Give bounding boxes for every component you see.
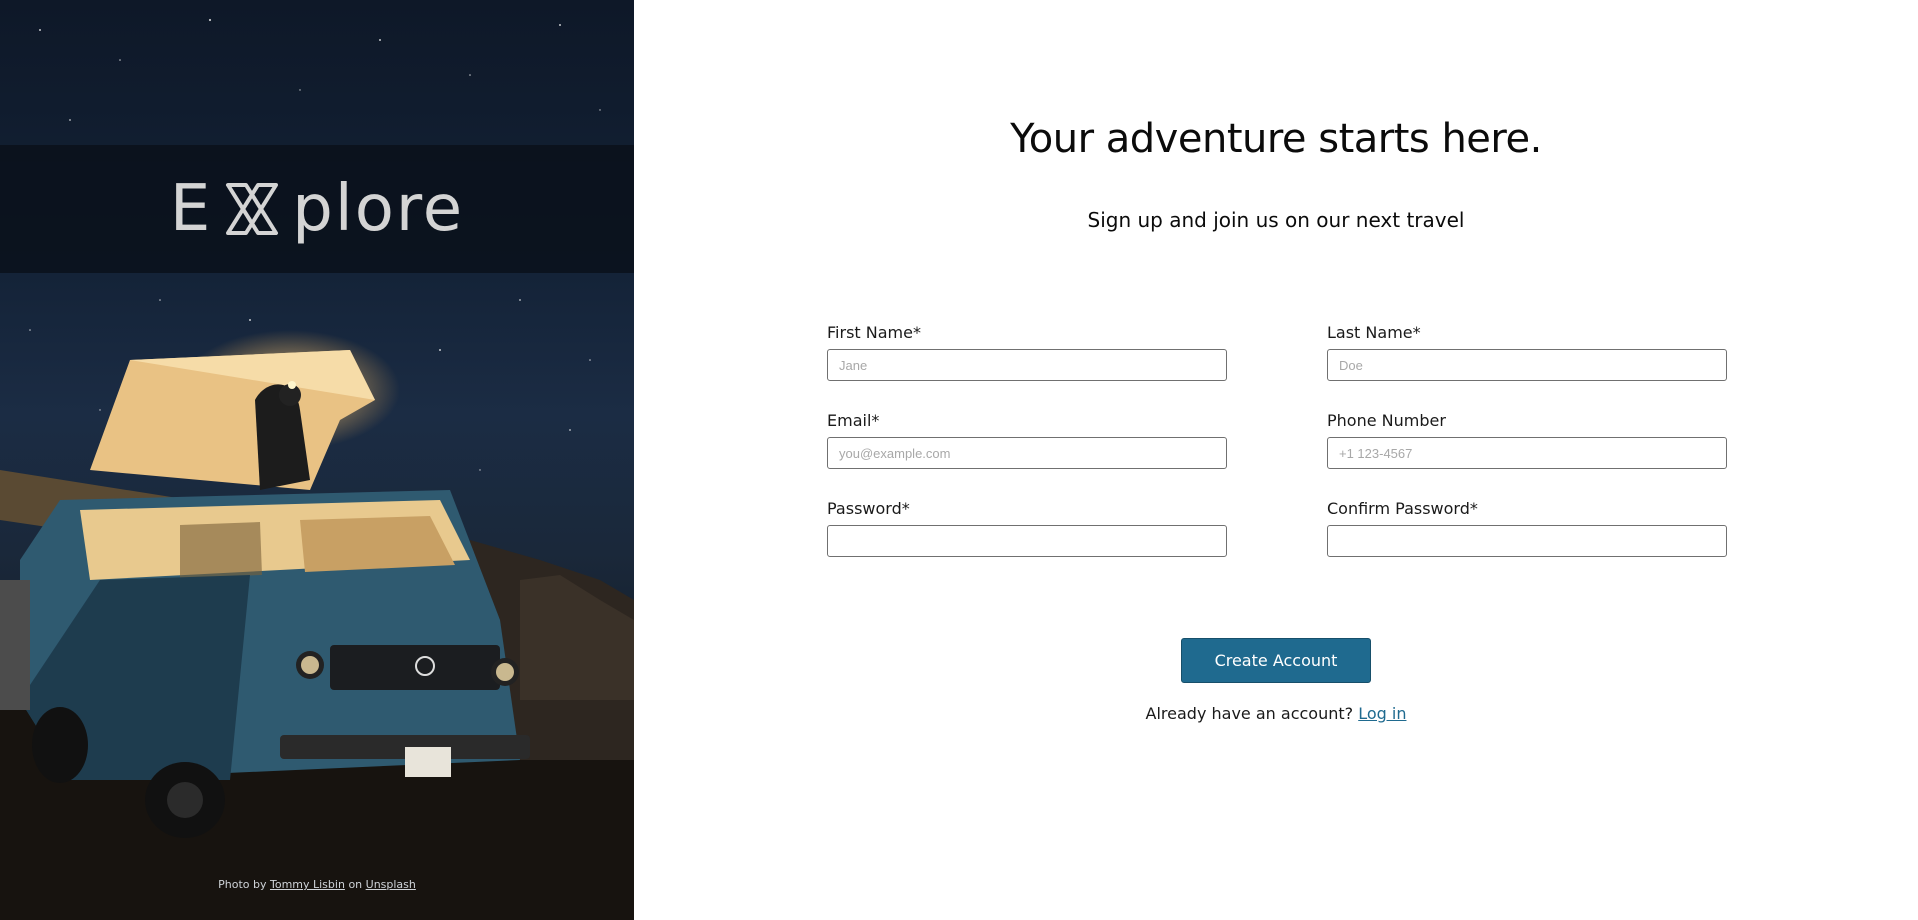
explore-logo: E plore — [170, 172, 464, 246]
confirm-password-group: Confirm Password* — [1327, 499, 1727, 557]
password-group: Password* — [827, 499, 1227, 557]
last-name-group: Last Name* — [1327, 323, 1727, 381]
logo-banner: E plore — [0, 145, 634, 273]
credit-site-link[interactable]: Unsplash — [366, 878, 416, 891]
confirm-password-input[interactable] — [1327, 525, 1727, 557]
hero-panel: E plore Photo by Tommy Lisbin on Unsplas… — [0, 0, 634, 920]
phone-input[interactable] — [1327, 437, 1727, 469]
first-name-group: First Name* — [827, 323, 1227, 381]
last-name-input[interactable] — [1327, 349, 1727, 381]
email-input[interactable] — [827, 437, 1227, 469]
page-title: Your adventure starts here. — [1010, 116, 1542, 162]
phone-group: Phone Number — [1327, 411, 1727, 469]
phone-label: Phone Number — [1327, 411, 1446, 430]
create-account-button[interactable]: Create Account — [1181, 638, 1371, 683]
credit-author-link[interactable]: Tommy Lisbin — [270, 878, 345, 891]
credit-middle: on — [348, 878, 363, 891]
last-name-label: Last Name* — [1327, 323, 1421, 342]
photo-credit: Photo by Tommy Lisbin on Unsplash — [0, 878, 634, 891]
x-mark-icon — [222, 179, 282, 239]
logo-text-plore: plore — [292, 172, 465, 246]
password-input[interactable] — [827, 525, 1227, 557]
email-label: Email* — [827, 411, 880, 430]
camper-van-photo — [0, 330, 634, 920]
page-subtitle: Sign up and join us on our next travel — [1087, 208, 1465, 232]
login-prompt: Already have an account? Log in — [634, 704, 1918, 723]
first-name-label: First Name* — [827, 323, 921, 342]
credit-prefix: Photo by — [218, 878, 267, 891]
first-name-input[interactable] — [827, 349, 1227, 381]
signup-panel: Your adventure starts here. Sign up and … — [634, 0, 1918, 920]
email-group: Email* — [827, 411, 1227, 469]
password-label: Password* — [827, 499, 910, 518]
logo-letter-e: E — [169, 172, 213, 246]
confirm-password-label: Confirm Password* — [1327, 499, 1478, 518]
login-prompt-text: Already have an account? — [1145, 704, 1354, 723]
login-link[interactable]: Log in — [1358, 704, 1406, 723]
